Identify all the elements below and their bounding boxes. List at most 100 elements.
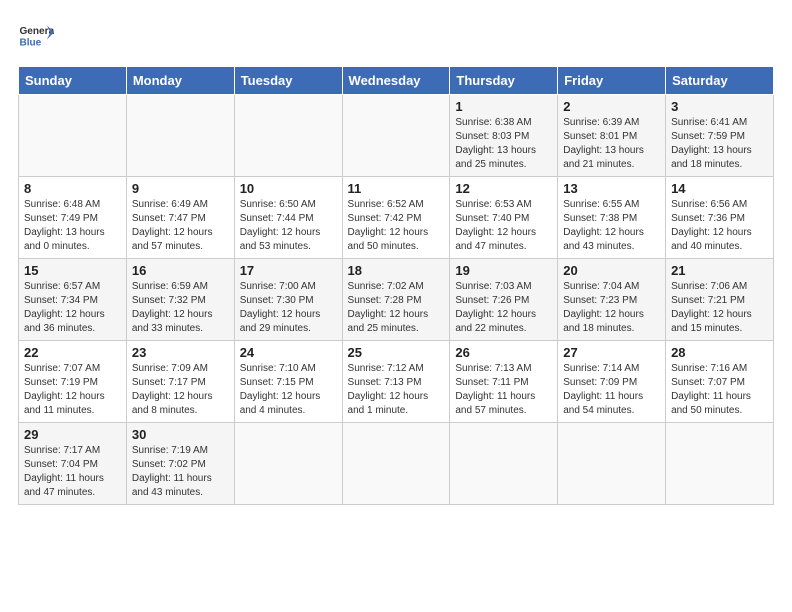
day-info: Sunrise: 7:02 AMSunset: 7:28 PMDaylight:… [348,280,445,336]
day-info: Sunrise: 7:06 AMSunset: 7:21 PMDaylight:… [671,280,768,336]
calendar-day-cell: 10 Sunrise: 6:50 AMSunset: 7:44 PMDayligh… [234,177,342,259]
calendar-day-cell: 30 Sunrise: 7:19 AMSunset: 7:02 PMDayligh… [126,423,234,505]
empty-cell [19,95,127,177]
day-info: Sunrise: 6:38 AMSunset: 8:03 PMDaylight:… [455,116,552,172]
day-info: Sunrise: 7:14 AMSunset: 7:09 PMDaylight:… [563,362,660,418]
empty-cell [342,95,450,177]
calendar-day-header: Wednesday [342,67,450,95]
day-info: Sunrise: 6:41 AMSunset: 7:59 PMDaylight:… [671,116,768,172]
calendar-day-cell: 1Sunrise: 6:38 AMSunset: 8:03 PMDaylight… [450,95,558,177]
day-number: 8 [24,181,121,196]
day-number: 3 [671,99,768,114]
calendar-table: SundayMondayTuesdayWednesdayThursdayFrid… [18,66,774,505]
day-number: 26 [455,345,552,360]
empty-cell [666,423,774,505]
calendar-day-cell: 22 Sunrise: 7:07 AMSunset: 7:19 PMDayligh… [19,341,127,423]
calendar-day-cell: 29 Sunrise: 7:17 AMSunset: 7:04 PMDayligh… [19,423,127,505]
empty-cell [234,423,342,505]
calendar-week-row: 22 Sunrise: 7:07 AMSunset: 7:19 PMDayligh… [19,341,774,423]
calendar-day-header: Friday [558,67,666,95]
calendar-day-header: Saturday [666,67,774,95]
calendar-day-cell: 24 Sunrise: 7:10 AMSunset: 7:15 PMDayligh… [234,341,342,423]
day-info: Sunrise: 6:59 AMSunset: 7:32 PMDaylight:… [132,280,229,336]
calendar-day-cell: 26 Sunrise: 7:13 AMSunset: 7:11 PMDayligh… [450,341,558,423]
logo-icon: General Blue [18,18,54,54]
calendar-day-cell: 15 Sunrise: 6:57 AMSunset: 7:34 PMDayligh… [19,259,127,341]
page-container: General Blue SundayMondayTuesdayWednesda… [0,0,792,515]
calendar-day-cell: 8 Sunrise: 6:48 AMSunset: 7:49 PMDaylight… [19,177,127,259]
day-number: 10 [240,181,337,196]
calendar-week-row: 29 Sunrise: 7:17 AMSunset: 7:04 PMDayligh… [19,423,774,505]
day-number: 17 [240,263,337,278]
empty-cell [450,423,558,505]
calendar-day-cell: 28 Sunrise: 7:16 AMSunset: 7:07 PMDayligh… [666,341,774,423]
empty-cell [234,95,342,177]
header: General Blue [18,18,774,54]
calendar-week-row: 1Sunrise: 6:38 AMSunset: 8:03 PMDaylight… [19,95,774,177]
day-number: 2 [563,99,660,114]
calendar-day-cell: 23 Sunrise: 7:09 AMSunset: 7:17 PMDayligh… [126,341,234,423]
day-number: 30 [132,427,229,442]
calendar-day-cell: 19Sunrise: 7:03 AMSunset: 7:26 PMDayligh… [450,259,558,341]
calendar-day-cell: 21 Sunrise: 7:06 AMSunset: 7:21 PMDayligh… [666,259,774,341]
day-info: Sunrise: 7:09 AMSunset: 7:17 PMDaylight:… [132,362,229,418]
day-number: 28 [671,345,768,360]
day-number: 21 [671,263,768,278]
calendar-day-header: Tuesday [234,67,342,95]
day-info: Sunrise: 7:13 AMSunset: 7:11 PMDaylight:… [455,362,552,418]
calendar-day-cell: 16 Sunrise: 6:59 AMSunset: 7:32 PMDayligh… [126,259,234,341]
day-number: 15 [24,263,121,278]
day-info: Sunrise: 6:50 AMSunset: 7:44 PMDaylight:… [240,198,337,254]
day-info: Sunrise: 7:00 AMSunset: 7:30 PMDaylight:… [240,280,337,336]
calendar-week-row: 15 Sunrise: 6:57 AMSunset: 7:34 PMDayligh… [19,259,774,341]
empty-cell [342,423,450,505]
calendar-day-header: Monday [126,67,234,95]
day-info: Sunrise: 6:52 AMSunset: 7:42 PMDaylight:… [348,198,445,254]
calendar-day-cell: 20 Sunrise: 7:04 AMSunset: 7:23 PMDayligh… [558,259,666,341]
day-number: 14 [671,181,768,196]
day-info: Sunrise: 7:17 AMSunset: 7:04 PMDaylight:… [24,444,121,500]
calendar-day-cell: 14Sunrise: 6:56 AMSunset: 7:36 PMDayligh… [666,177,774,259]
calendar-day-header: Thursday [450,67,558,95]
day-number: 18 [348,263,445,278]
day-number: 22 [24,345,121,360]
day-info: Sunrise: 7:10 AMSunset: 7:15 PMDaylight:… [240,362,337,418]
calendar-day-cell: 3 Sunrise: 6:41 AMSunset: 7:59 PMDaylight… [666,95,774,177]
calendar-day-cell: 2Sunrise: 6:39 AMSunset: 8:01 PMDaylight… [558,95,666,177]
day-info: Sunrise: 6:53 AMSunset: 7:40 PMDaylight:… [455,198,552,254]
logo: General Blue [18,18,54,54]
day-number: 12 [455,181,552,196]
day-number: 19 [455,263,552,278]
day-number: 27 [563,345,660,360]
day-info: Sunrise: 6:49 AMSunset: 7:47 PMDaylight:… [132,198,229,254]
calendar-day-cell: 27 Sunrise: 7:14 AMSunset: 7:09 PMDayligh… [558,341,666,423]
day-number: 13 [563,181,660,196]
day-number: 23 [132,345,229,360]
svg-text:Blue: Blue [19,37,41,48]
day-number: 11 [348,181,445,196]
calendar-day-cell: 11 Sunrise: 6:52 AMSunset: 7:42 PMDayligh… [342,177,450,259]
calendar-day-cell: 18 Sunrise: 7:02 AMSunset: 7:28 PMDayligh… [342,259,450,341]
calendar-header-row: SundayMondayTuesdayWednesdayThursdayFrid… [19,67,774,95]
day-number: 9 [132,181,229,196]
calendar-day-cell: 25Sunrise: 7:12 AMSunset: 7:13 PMDayligh… [342,341,450,423]
day-info: Sunrise: 6:48 AMSunset: 7:49 PMDaylight:… [24,198,121,254]
day-info: Sunrise: 6:55 AMSunset: 7:38 PMDaylight:… [563,198,660,254]
calendar-day-cell: 13 Sunrise: 6:55 AMSunset: 7:38 PMDayligh… [558,177,666,259]
day-info: Sunrise: 7:19 AMSunset: 7:02 PMDaylight:… [132,444,229,500]
day-number: 24 [240,345,337,360]
day-number: 29 [24,427,121,442]
day-info: Sunrise: 7:16 AMSunset: 7:07 PMDaylight:… [671,362,768,418]
day-number: 20 [563,263,660,278]
empty-cell [558,423,666,505]
calendar-day-cell: 17 Sunrise: 7:00 AMSunset: 7:30 PMDayligh… [234,259,342,341]
day-info: Sunrise: 7:04 AMSunset: 7:23 PMDaylight:… [563,280,660,336]
day-number: 16 [132,263,229,278]
day-info: Sunrise: 7:07 AMSunset: 7:19 PMDaylight:… [24,362,121,418]
day-info: Sunrise: 6:57 AMSunset: 7:34 PMDaylight:… [24,280,121,336]
calendar-day-cell: 12 Sunrise: 6:53 AMSunset: 7:40 PMDayligh… [450,177,558,259]
empty-cell [126,95,234,177]
calendar-day-cell: 9 Sunrise: 6:49 AMSunset: 7:47 PMDaylight… [126,177,234,259]
day-number: 25 [348,345,445,360]
calendar-day-header: Sunday [19,67,127,95]
